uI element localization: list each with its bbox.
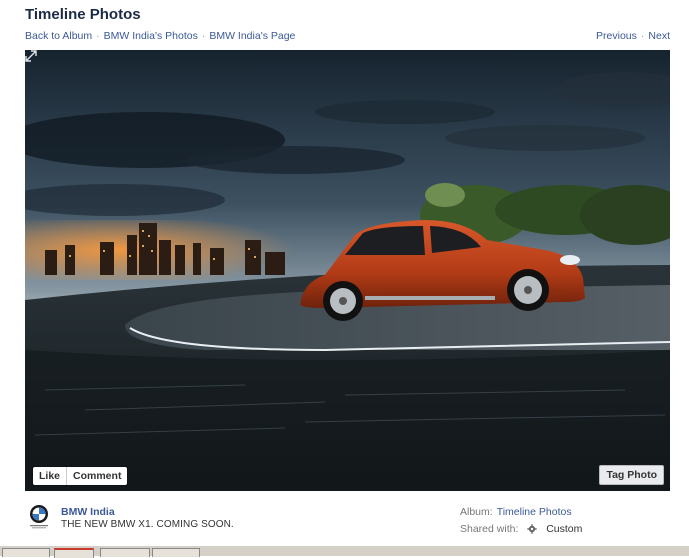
photo-caption: THE NEW BMW X1. COMING SOON.	[61, 519, 234, 530]
album-label: Album:	[460, 506, 493, 518]
expand-icon[interactable]	[25, 50, 37, 62]
photo-pager: Previous · Next	[596, 30, 670, 42]
taskbar-button[interactable]	[54, 548, 94, 558]
back-to-album-link[interactable]: Back to Album	[25, 30, 92, 42]
breadcrumb-separator: ·	[96, 30, 100, 42]
shared-info: Shared with: Custom	[460, 523, 582, 535]
bmw-india-photos-link[interactable]: BMW India's Photos	[104, 30, 198, 42]
previous-link[interactable]: Previous	[596, 30, 637, 42]
breadcrumb: Back to Album · BMW India's Photos · BMW Ind…	[25, 30, 295, 42]
tag-photo-button[interactable]: Tag Photo	[599, 465, 664, 485]
page-title: Timeline Photos	[25, 6, 141, 23]
bmw-india-page-link[interactable]: BMW India's Page	[209, 30, 295, 42]
owner-name-link[interactable]: BMW India	[61, 506, 115, 518]
like-button[interactable]: Like	[33, 467, 66, 485]
car-photo	[25, 50, 670, 491]
gear-icon	[527, 524, 537, 534]
shared-label: Shared with:	[460, 523, 519, 535]
avatar[interactable]	[27, 504, 51, 530]
next-link[interactable]: Next	[648, 30, 670, 42]
taskbar-button[interactable]	[2, 548, 50, 557]
album-link[interactable]: Timeline Photos	[497, 506, 572, 518]
comment-button[interactable]: Comment	[66, 467, 127, 485]
pager-separator: ·	[640, 30, 645, 42]
taskbar-button[interactable]	[152, 548, 200, 557]
photo-actions: Like Comment	[33, 467, 128, 485]
breadcrumb-separator: ·	[201, 30, 206, 42]
album-info: Album: Timeline Photos	[460, 506, 572, 518]
photo-viewer[interactable]: Like Comment Tag Photo	[25, 50, 670, 491]
taskbar-button[interactable]	[100, 548, 150, 557]
taskbar	[0, 545, 689, 558]
privacy-selector[interactable]: Custom	[546, 523, 582, 535]
